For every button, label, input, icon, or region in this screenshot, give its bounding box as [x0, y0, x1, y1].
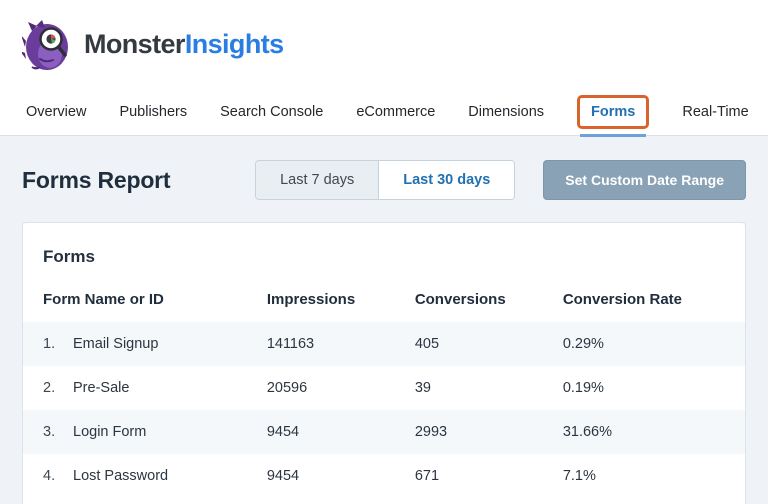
conversions-value: 39: [395, 366, 543, 410]
logo-text-insights: Insights: [185, 29, 284, 59]
impressions-value: 141163: [247, 322, 395, 366]
forms-card: Forms Form Name or ID Impressions Conver…: [22, 222, 746, 504]
column-form-name: Form Name or ID: [23, 277, 247, 322]
page-title: Forms Report: [22, 167, 170, 194]
tab-real-time[interactable]: Real-Time: [682, 88, 748, 135]
tab-publishers[interactable]: Publishers: [119, 88, 187, 135]
table-row: 2.Pre-Sale 20596 39 0.19%: [23, 366, 745, 410]
set-custom-date-range-button[interactable]: Set Custom Date Range: [543, 160, 746, 200]
tab-overview[interactable]: Overview: [26, 88, 86, 135]
logo-text: MonsterInsights: [84, 29, 284, 60]
tab-search-console[interactable]: Search Console: [220, 88, 323, 135]
impressions-value: 9454: [247, 454, 395, 498]
conversions-value: 2993: [395, 410, 543, 454]
monsterinsights-logo: MonsterInsights: [22, 17, 284, 71]
column-impressions: Impressions: [247, 277, 395, 322]
date-range-toggle: Last 7 days Last 30 days: [255, 160, 515, 200]
conversions-value: 405: [395, 322, 543, 366]
table-row: 1.Email Signup 141163 405 0.29%: [23, 322, 745, 366]
table-row: 3.Login Form 9454 2993 31.66%: [23, 410, 745, 454]
row-index: 3.: [43, 424, 73, 440]
form-name: Lost Password: [73, 468, 168, 484]
form-name: Pre-Sale: [73, 380, 129, 396]
report-nav: Overview Publishers Search Console eComm…: [0, 88, 768, 136]
row-index: 1.: [43, 336, 73, 352]
report-header: Forms Report Last 7 days Last 30 days Se…: [22, 160, 746, 200]
conversion-rate-value: 0.19%: [543, 366, 745, 410]
monster-mascot-icon: [22, 17, 72, 71]
form-name: Login Form: [73, 424, 146, 440]
tab-ecommerce[interactable]: eCommerce: [356, 88, 435, 135]
form-name: Email Signup: [73, 336, 158, 352]
last-7-days-button[interactable]: Last 7 days: [256, 161, 379, 199]
app-header: MonsterInsights: [0, 0, 768, 88]
report-content: Forms Report Last 7 days Last 30 days Se…: [0, 136, 768, 504]
column-conversions: Conversions: [395, 277, 543, 322]
card-title: Forms: [23, 223, 745, 277]
impressions-value: 20596: [247, 366, 395, 410]
conversions-value: 671: [395, 454, 543, 498]
tab-dimensions[interactable]: Dimensions: [468, 88, 544, 135]
last-30-days-button[interactable]: Last 30 days: [379, 161, 514, 199]
logo-text-monster: Monster: [84, 29, 185, 59]
table-header-row: Form Name or ID Impressions Conversions …: [23, 277, 745, 322]
column-conversion-rate: Conversion Rate: [543, 277, 745, 322]
forms-tab-highlight-box: Forms: [577, 95, 649, 129]
conversion-rate-value: 7.1%: [543, 454, 745, 498]
row-index: 2.: [43, 380, 73, 396]
impressions-value: 9454: [247, 410, 395, 454]
conversion-rate-value: 31.66%: [543, 410, 745, 454]
table-row: 4.Lost Password 9454 671 7.1%: [23, 454, 745, 498]
tab-forms[interactable]: Forms: [577, 88, 649, 135]
forms-table: Form Name or ID Impressions Conversions …: [23, 277, 745, 498]
page: MonsterInsights Overview Publishers Sear…: [0, 0, 768, 504]
conversion-rate-value: 0.29%: [543, 322, 745, 366]
row-index: 4.: [43, 468, 73, 484]
